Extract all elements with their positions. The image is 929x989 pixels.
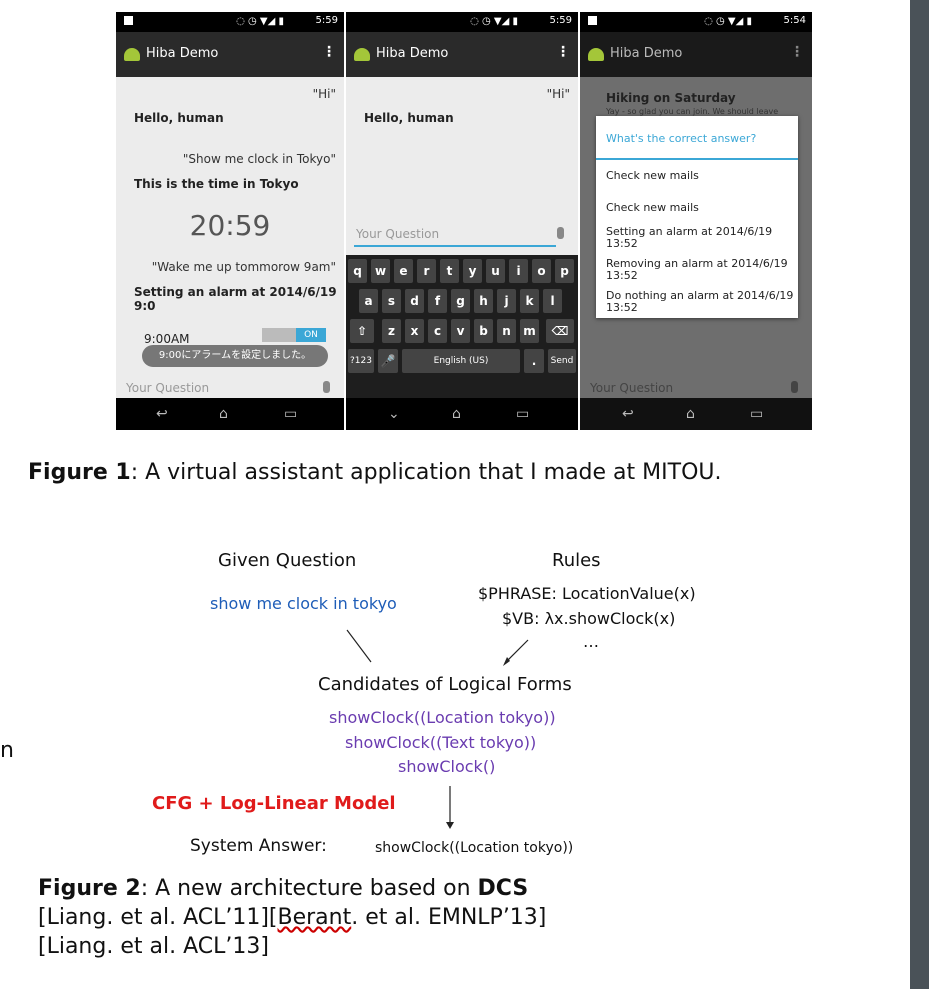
arrow-head	[446, 822, 454, 829]
citation-line: [Liang. et al. ACL’13]	[38, 934, 269, 959]
citation-author: Berant	[277, 905, 352, 930]
candidate-3: showClock()	[398, 757, 496, 776]
figure-2-text: : A new architecture based on	[140, 876, 478, 901]
candidate-1: showClock((Location tokyo))	[329, 708, 556, 727]
citation-text: [Liang. et al. ACL’11][	[38, 905, 278, 930]
figure-2-label: Figure 2	[38, 876, 141, 901]
figure-2-caption: Figure 2: A new architecture based on DC…	[38, 874, 546, 961]
system-answer-label: System Answer:	[190, 836, 327, 856]
candidate-2: showClock((Text tokyo))	[345, 733, 537, 752]
citation-text: . et al. EMNLP’13]	[351, 905, 547, 930]
system-answer-value: showClock((Location tokyo))	[375, 840, 574, 856]
candidates-title: Candidates of Logical Forms	[318, 674, 572, 695]
arrow-from-question	[346, 629, 372, 663]
model-label: CFG + Log-Linear Model	[152, 793, 396, 814]
figure-2-dcs: DCS	[477, 876, 529, 901]
